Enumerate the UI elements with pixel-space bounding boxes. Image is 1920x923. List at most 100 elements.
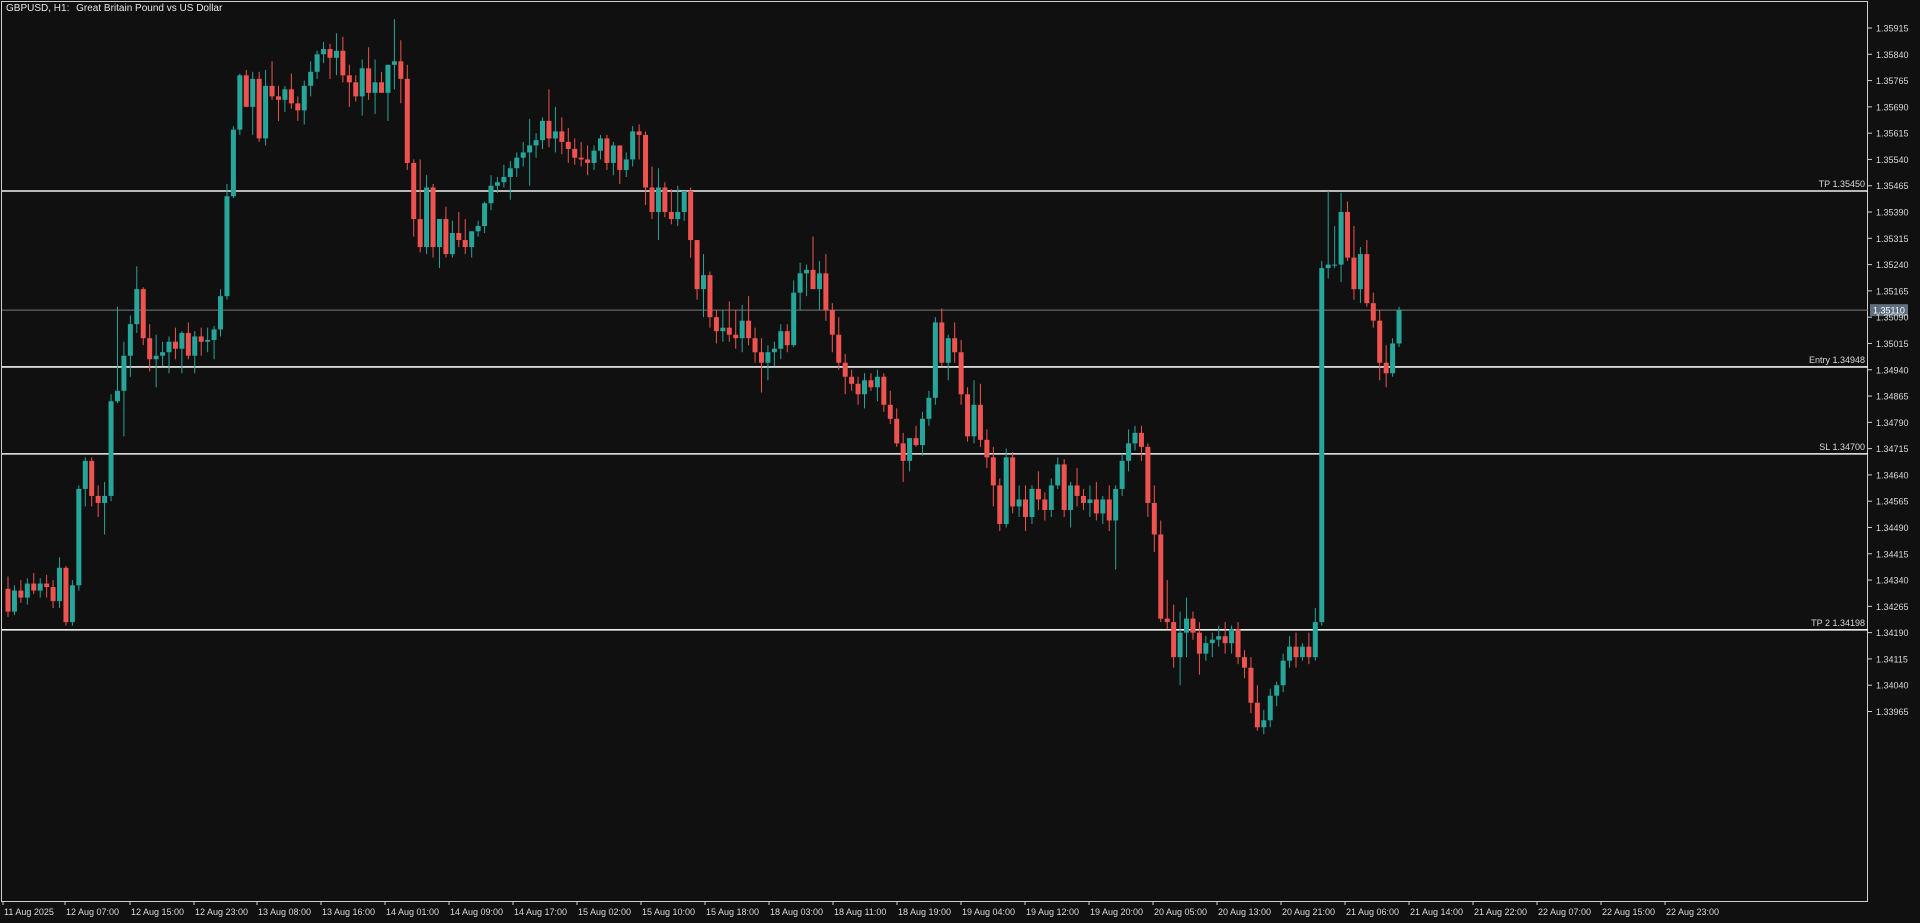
candle-body <box>1357 254 1363 290</box>
candle-body <box>507 168 513 177</box>
candle-body <box>1171 622 1177 658</box>
candle-body <box>1319 268 1325 623</box>
candle-body <box>765 352 771 363</box>
candle-body <box>1287 646 1293 661</box>
candle-body <box>1332 264 1338 266</box>
candle-body <box>1023 499 1029 517</box>
candle-body <box>771 348 777 353</box>
candle-body <box>823 273 829 311</box>
candle-body <box>965 394 971 437</box>
time-tick-label: 22 Aug 15:00 <box>1602 907 1655 917</box>
candle-body <box>565 141 571 149</box>
candle-body <box>114 390 120 402</box>
candle-body <box>636 131 642 135</box>
candle-body <box>816 273 822 290</box>
candle-body <box>1312 622 1318 658</box>
candle-body <box>1280 660 1286 686</box>
candle-body <box>1093 499 1099 514</box>
candle-body <box>449 233 455 255</box>
candle-body <box>50 587 56 602</box>
candle-body <box>1042 499 1048 510</box>
candle-body <box>424 187 430 248</box>
candle-body <box>1119 460 1125 489</box>
candle-body <box>913 438 919 446</box>
candle-body <box>205 339 211 342</box>
candle-body <box>243 75 249 107</box>
candle-body <box>784 331 790 346</box>
time-tick-label: 19 Aug 04:00 <box>962 907 1015 917</box>
time-tick-label: 15 Aug 02:00 <box>578 907 631 917</box>
level-label: Entry 1.34948 <box>1809 355 1865 365</box>
candle-body <box>372 82 378 93</box>
candle-body <box>44 583 50 588</box>
candle-body <box>739 320 745 339</box>
price-tick-label: 1.34865 <box>1876 392 1909 402</box>
price-tick-label: 1.34940 <box>1876 365 1909 375</box>
candle-body <box>971 404 977 437</box>
candle-body <box>69 585 75 623</box>
candle-body <box>288 89 294 104</box>
candle-body <box>1177 632 1183 658</box>
time-tick-label: 14 Aug 01:00 <box>386 907 439 917</box>
candle-body <box>804 269 810 274</box>
candle-body <box>108 401 114 496</box>
candle-body <box>1003 457 1009 524</box>
candle-body <box>849 376 855 384</box>
candle-body <box>1203 643 1209 654</box>
price-tick-label: 1.35390 <box>1876 208 1909 218</box>
price-tick-label: 1.35615 <box>1876 129 1909 139</box>
candle-body <box>127 324 133 356</box>
candle-body <box>256 78 262 139</box>
candle-body <box>31 583 37 591</box>
candle-body <box>76 488 82 586</box>
candle-body <box>57 567 63 602</box>
candle-body <box>1126 443 1132 461</box>
candle-body <box>353 82 359 97</box>
chart-frame <box>1 1 1868 902</box>
candle-body <box>1113 488 1119 521</box>
candle-body <box>327 49 333 58</box>
price-tick-label: 1.35690 <box>1876 102 1909 112</box>
candle-body <box>713 317 719 332</box>
candle-body <box>1074 485 1080 496</box>
candle-body <box>1370 303 1376 321</box>
candle-body <box>295 103 301 111</box>
chart-header: GBPUSD, H1: Great Britain Pound vs US Do… <box>6 3 226 14</box>
candle-body <box>862 380 868 395</box>
candle-body <box>269 85 275 97</box>
candle-body <box>211 329 217 340</box>
time-tick-label: 15 Aug 18:00 <box>706 907 759 917</box>
price-tick-label: 1.35915 <box>1876 24 1909 34</box>
price-tick-label: 1.35765 <box>1876 76 1909 86</box>
price-chart[interactable]: TP 1.35450 Entry 1.34948 SL 1.34700 TP 2 1.… <box>0 0 1920 923</box>
candle-body <box>436 219 442 248</box>
candle-body <box>1164 618 1170 623</box>
candle-body <box>501 176 507 183</box>
candle-body <box>391 61 397 65</box>
candle-body <box>1293 646 1299 658</box>
candle-body <box>520 152 526 158</box>
candle-body <box>140 289 146 339</box>
candle-body <box>791 292 797 346</box>
candle-body <box>385 64 391 93</box>
candle-body <box>668 212 674 220</box>
candle-body <box>1132 432 1138 444</box>
candle-body <box>1048 485 1054 510</box>
price-tick-label: 1.34565 <box>1876 497 1909 507</box>
candle-body <box>829 310 835 335</box>
time-tick-label: 22 Aug 07:00 <box>1538 907 1591 917</box>
time-tick-label: 20 Aug 05:00 <box>1154 907 1207 917</box>
candle-body <box>540 120 546 141</box>
candle-body <box>604 138 610 163</box>
time-tick-label: 20 Aug 21:00 <box>1282 907 1335 917</box>
time-tick-label: 22 Aug 23:00 <box>1666 907 1719 917</box>
candle-body <box>868 380 874 388</box>
candle-body <box>462 240 468 248</box>
candle-body <box>443 219 449 255</box>
level-label: SL 1.34700 <box>1819 442 1865 452</box>
candle-body <box>707 275 713 318</box>
candle-body <box>95 495 101 503</box>
price-tick-label: 1.35465 <box>1876 181 1909 191</box>
candle-body <box>1016 499 1022 507</box>
candle-body <box>1190 618 1196 633</box>
